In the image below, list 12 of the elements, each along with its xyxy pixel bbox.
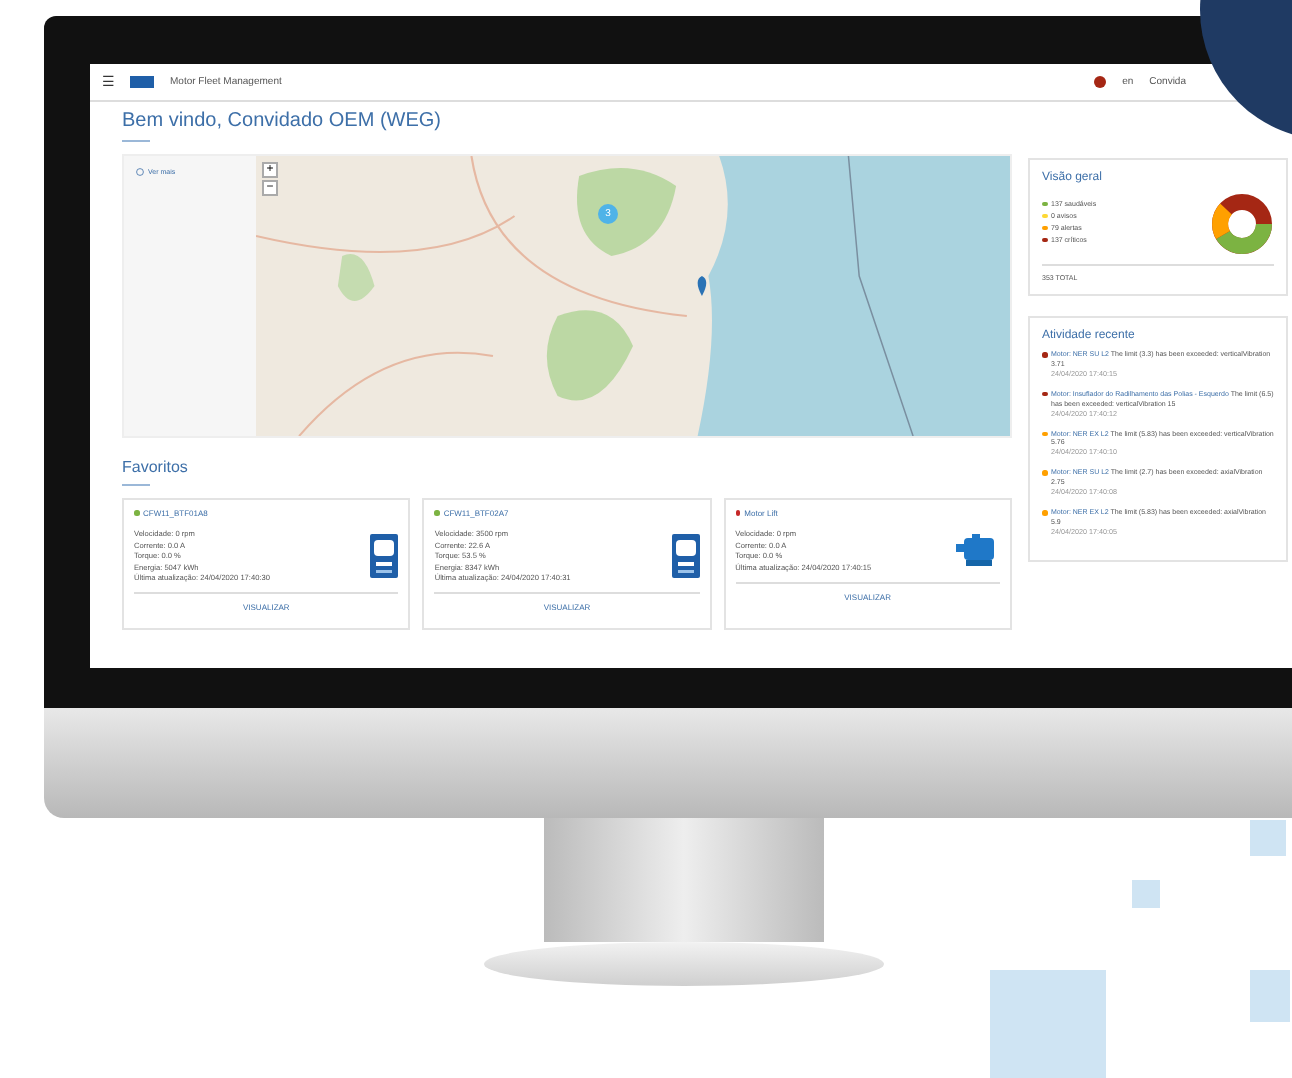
decorative-square	[990, 970, 1106, 1078]
notification-icon[interactable]	[1094, 76, 1107, 88]
logo-icon	[130, 76, 154, 88]
favorites-title: Favoritos	[122, 458, 190, 476]
decorative-square	[1132, 880, 1160, 908]
decorative-square	[1250, 970, 1290, 1022]
decorative-square	[1250, 820, 1286, 856]
drive-icon	[671, 534, 700, 578]
donut-chart-drawing	[1210, 192, 1274, 256]
drive-icon	[370, 534, 399, 578]
electric-motor-icon	[955, 534, 1000, 567]
welcome-title: Bem vindo, Convidado OEM (WEG)	[122, 110, 443, 132]
